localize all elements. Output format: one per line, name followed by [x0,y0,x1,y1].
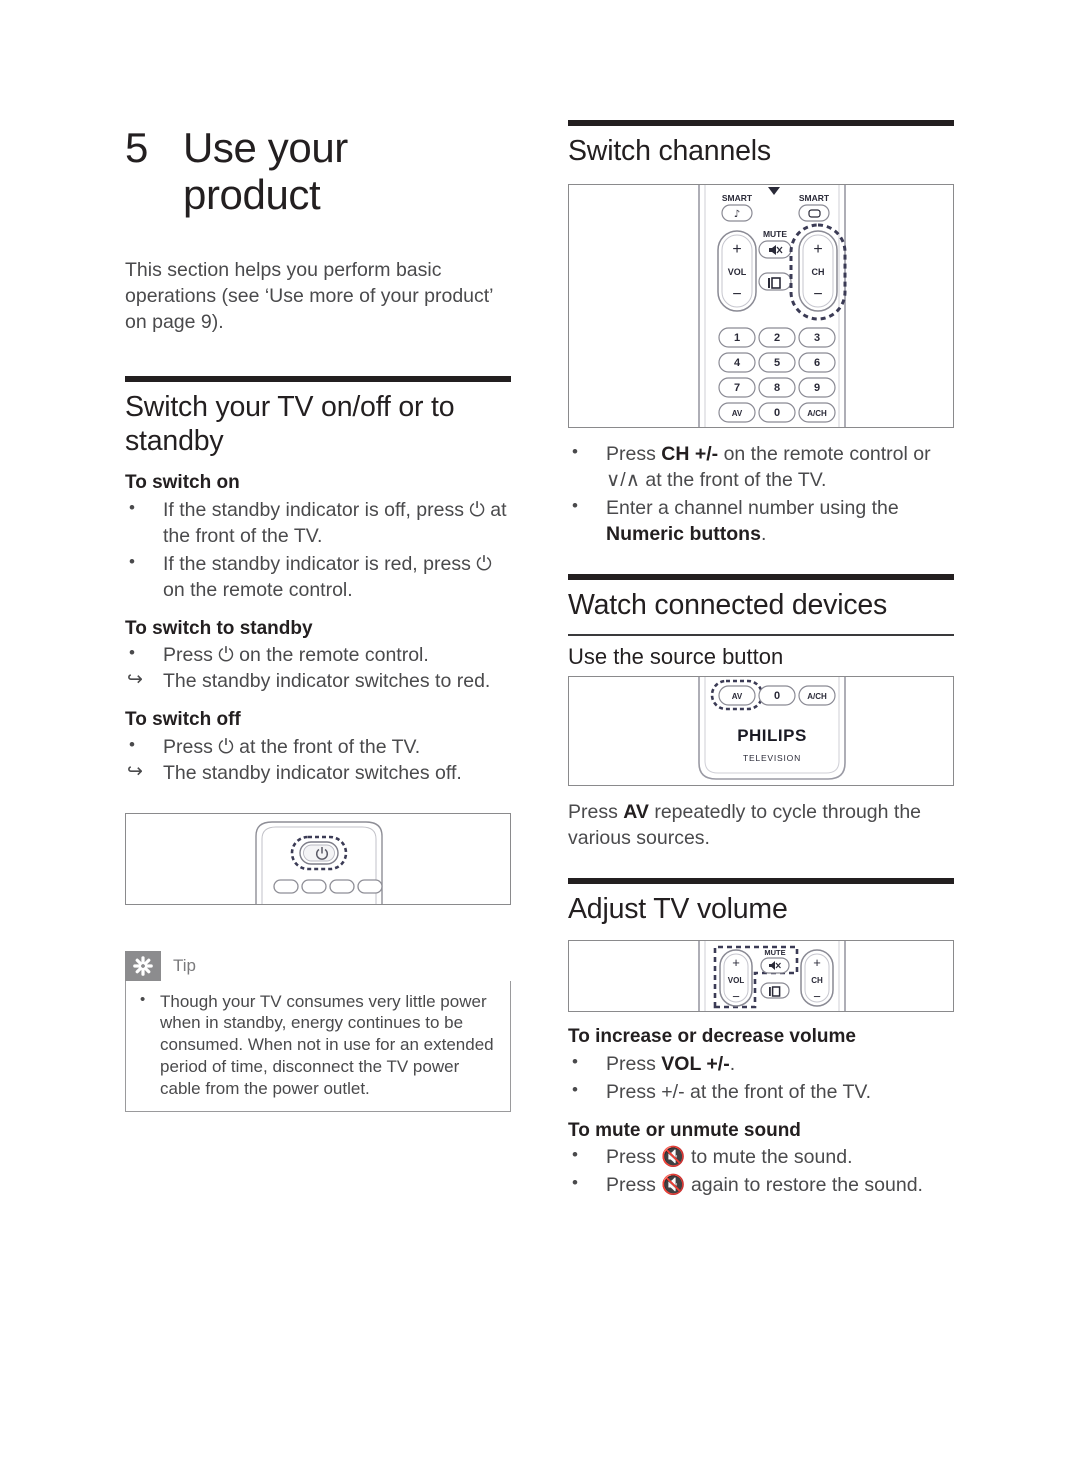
tip-body: Though your TV consumes very little powe… [125,980,511,1113]
remote-bottom-illustration: AV 0 A/CH PHILIPS TELEVISION [698,677,846,780]
tv-front-panel-illustration [255,820,383,904]
asterisk-icon [125,950,161,981]
section-rule [568,878,954,884]
svg-text:2: 2 [774,332,780,344]
result-standby-wrap: The standby indicator switches to red. [125,667,511,695]
svg-text:−: − [732,286,741,303]
list-item: Press 🔇 again to restore the sound. [568,1172,954,1199]
list-mute: Press 🔇 to mute the sound. Press 🔇 again… [568,1144,954,1199]
subheading-increase-decrease-volume: To increase or decrease volume [568,1026,856,1048]
list-item: Press CH +/- on the remote control or ∨/… [568,441,954,494]
section-heading-adjust-volume: Adjust TV volume [568,893,788,925]
remote-control-illustration: SMART SMART ♪ + VOL − MUTE + CH − 1 2 3 … [698,185,847,428]
paragraph-source: Press AV repeatedly to cycle through the… [568,801,922,850]
figure-remote-volume: + VOL − MUTE + CH − [568,940,954,1013]
svg-text:6: 6 [814,357,820,369]
subheading-mute-unmute: To mute or unmute sound [568,1119,801,1141]
tip-tab: Tip [125,950,511,981]
list-item: Press ⏻ at the front of the TV. [125,734,511,761]
svg-text:+: + [732,955,740,970]
section-rule [568,120,954,126]
subsection-rule [568,634,954,636]
svg-text:+: + [813,241,822,258]
chapter-number: 5 [125,124,148,171]
television-wordmark: TELEVISION [743,753,801,763]
list-item: If the standby indicator is red, press ⏻… [125,551,511,604]
svg-text:−: − [813,286,822,303]
svg-text:+: + [732,241,741,258]
subheading-to-switch-on: To switch on [125,472,240,494]
svg-text:5: 5 [774,357,780,369]
list-item: Press +/- at the front of the TV. [568,1079,954,1106]
right-column: Switch channels SMART SMART ♪ + VOL − MU… [568,120,954,1199]
philips-wordmark: PHILIPS [737,726,807,745]
list-item: Press ⏻ on the remote control. [125,642,511,669]
section-heading-switch-channels: Switch channels [568,135,771,167]
left-column: 5 Use your product This section helps yo… [125,120,511,1113]
svg-text:MUTE: MUTE [764,948,785,957]
chapter-title: Use your product [183,124,348,219]
svg-text:A/CH: A/CH [807,409,827,418]
figure-tv-front-panel [125,812,511,905]
svg-text:SMART: SMART [799,193,830,203]
section-heading-switch-tv: Switch your TV on/off or to standby [125,390,455,458]
svg-text:0: 0 [774,690,780,702]
asterisk-icon-glyph [133,955,153,976]
svg-text:A/CH: A/CH [807,692,827,701]
subheading-to-switch-off: To switch off [125,709,241,731]
svg-text:SMART: SMART [722,193,753,203]
tip-item: Though your TV consumes very little powe… [136,990,496,1100]
result-text: The standby indicator switches off. [125,759,511,787]
svg-text:AV: AV [732,692,743,701]
list-switch-on: If the standby indicator is off, press ⏻… [125,497,511,604]
list-item: Enter a channel number using the Numeric… [568,495,954,548]
svg-text:4: 4 [734,357,741,369]
svg-text:AV: AV [732,409,743,418]
svg-text:1: 1 [734,332,740,344]
list-switch-off: Press ⏻ at the front of the TV. [125,734,511,761]
figure-remote-source: AV 0 A/CH PHILIPS TELEVISION [568,676,954,787]
figure-remote-channels: SMART SMART ♪ + VOL − MUTE + CH − 1 2 3 … [568,184,954,429]
section-heading-watch-connected: Watch connected devices [568,588,888,621]
chapter-heading: 5 Use your product [125,124,511,218]
manual-page: 5 Use your product This section helps yo… [0,0,1080,1472]
svg-text:9: 9 [814,382,820,394]
list-volume: Press VOL +/-. Press +/- at the front of… [568,1051,954,1106]
section-rule [125,375,511,382]
list-switch-channels: Press CH +/- on the remote control or ∨/… [568,441,954,548]
svg-text:3: 3 [814,332,820,344]
svg-text:VOL: VOL [728,976,745,985]
svg-text:MUTE: MUTE [763,229,787,239]
svg-text:CH: CH [811,976,823,985]
section-rule [568,573,954,580]
subheading-use-source-button: Use the source button [568,643,784,669]
svg-text:7: 7 [734,382,740,394]
list-item: If the standby indicator is off, press ⏻… [125,497,511,550]
svg-text:VOL: VOL [728,267,747,277]
svg-text:CH: CH [812,267,825,277]
result-text: The standby indicator switches to red. [125,667,511,695]
remote-volume-illustration: + VOL − MUTE + CH − [698,941,846,1012]
svg-text:−: − [732,989,740,1004]
svg-text:−: − [813,989,821,1004]
tip-box: Tip Though your TV consumes very little … [125,950,511,1113]
svg-text:♪: ♪ [734,209,740,220]
svg-text:+: + [813,955,821,970]
chapter-intro: This section helps you perform basic ope… [125,259,493,333]
list-item: Press VOL +/-. [568,1051,954,1078]
result-off-wrap: The standby indicator switches off. [125,759,511,787]
list-item: Press 🔇 to mute the sound. [568,1144,954,1171]
tip-label: Tip [173,955,196,975]
svg-text:0: 0 [774,407,780,419]
list-standby: Press ⏻ on the remote control. [125,642,511,669]
svg-text:8: 8 [774,382,780,394]
subheading-to-standby: To switch to standby [125,617,313,639]
